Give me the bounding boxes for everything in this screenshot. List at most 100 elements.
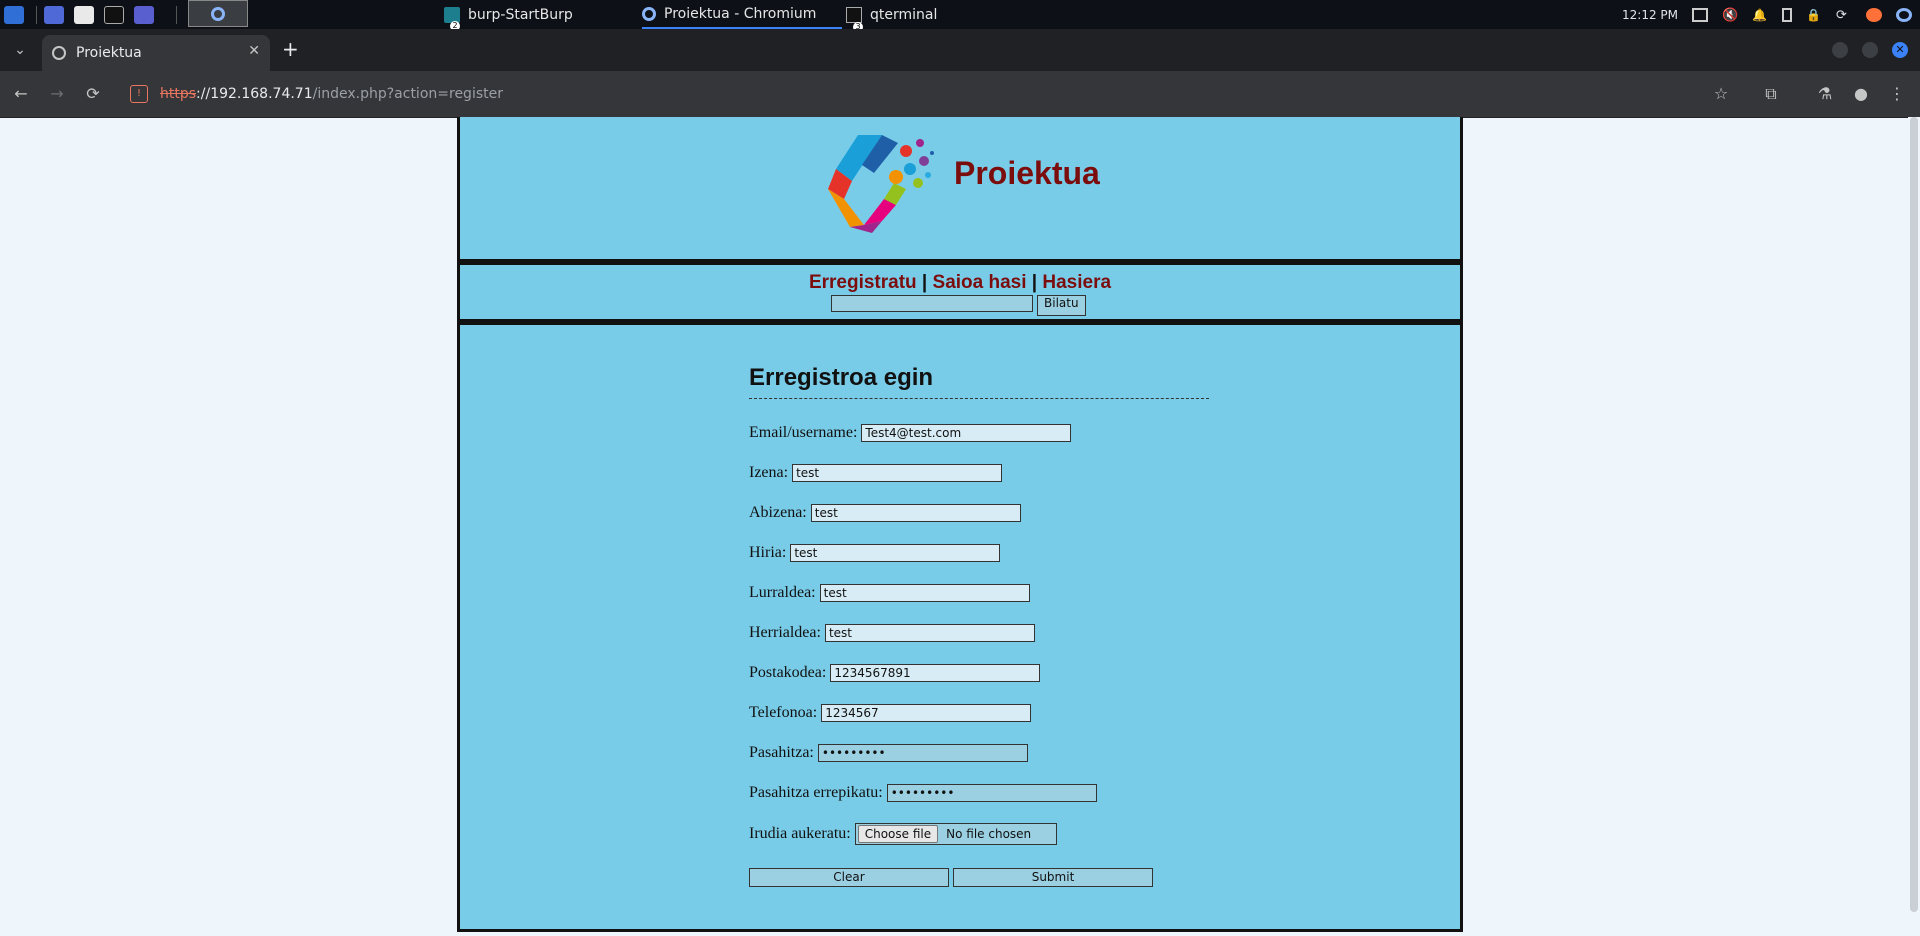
lurraldea-field[interactable]: test <box>819 584 1030 602</box>
hiria-field[interactable]: test <box>790 544 1001 562</box>
display-icon[interactable] <box>1692 7 1708 22</box>
chromium-icon <box>642 6 656 21</box>
desktop-icon[interactable] <box>44 0 64 29</box>
globe-icon <box>52 46 66 60</box>
back-arrow-icon[interactable]: ← <box>10 83 32 105</box>
battery-icon[interactable] <box>1782 7 1792 22</box>
browser-tab-strip: ⌄ Proiektua ✕ + ✕ <box>0 29 1920 71</box>
abizena-field[interactable]: test <box>810 504 1021 522</box>
page-scrollbar[interactable] <box>1908 117 1920 936</box>
herrialdea-label: Herrialdea: <box>749 624 821 641</box>
main-content: Erregistroa egin Email/username: Test4@t… <box>457 322 1463 932</box>
herrialdea-field[interactable]: test <box>824 624 1035 642</box>
nav-link-register[interactable]: Erregistratu <box>809 272 917 293</box>
clock[interactable]: 12:12 PM <box>1622 8 1678 22</box>
form-row-email: Email/username: Test4@test.com <box>749 422 1072 444</box>
bookmark-star-icon[interactable]: ☆ <box>1710 83 1732 105</box>
form-buttons: Clear Submit <box>749 868 1153 887</box>
form-row-lurraldea: Lurraldea: test <box>749 582 1030 604</box>
search-form: Bilatu <box>831 295 1086 316</box>
lurraldea-label: Lurraldea: <box>749 584 816 601</box>
browser-toolbar: ← → ⟳ ! https://192.168.74.71/index.php?… <box>0 71 1920 118</box>
terminal-icon: 3 <box>846 6 863 32</box>
minimize-button[interactable] <box>1832 42 1848 58</box>
hiria-label: Hiria: <box>749 544 787 561</box>
close-tab-icon[interactable]: ✕ <box>248 43 260 59</box>
workspace-switcher[interactable] <box>188 0 248 27</box>
web-page: Proiektua Erregistratu | Saioa hasi | Ha… <box>457 117 1463 936</box>
chromium-icon[interactable] <box>1896 7 1912 22</box>
close-window-button[interactable]: ✕ <box>1892 42 1908 58</box>
taskbar-window-qterminal[interactable]: 3 qterminal <box>846 0 986 32</box>
labs-flask-icon[interactable]: ⚗ <box>1814 83 1836 105</box>
choose-file-button[interactable]: Choose file <box>857 825 939 843</box>
form-row-irudia: Irudia aukeratu: Choose file No file cho… <box>749 823 1057 845</box>
submit-button[interactable]: Submit <box>953 868 1153 887</box>
system-tray: 12:12 PM 🔇 🔔 🔒 ⟳ <box>1622 0 1912 29</box>
file-input[interactable]: Choose file No file chosen <box>854 823 1057 845</box>
nav-link-login[interactable]: Saioa hasi <box>933 272 1027 293</box>
address-bar[interactable]: ! https://192.168.74.71/index.php?action… <box>120 77 1720 111</box>
chromium-icon <box>211 6 225 21</box>
irudia-label: Irudia aukeratu: <box>749 825 851 842</box>
nav-links: Erregistratu | Saioa hasi | Hasiera <box>460 272 1460 294</box>
scrollbar-thumb[interactable] <box>1910 117 1918 912</box>
profile-icon[interactable]: ● <box>1850 83 1872 105</box>
izena-label: Izena: <box>749 464 789 481</box>
site-header: Proiektua <box>457 117 1463 262</box>
nav-separator: | <box>1026 272 1043 293</box>
registration-form: Erregistroa egin Email/username: Test4@t… <box>749 364 1209 887</box>
telefonoa-field[interactable]: 1234567 <box>821 704 1032 722</box>
file-manager-icon[interactable] <box>74 0 94 29</box>
form-row-izena: Izena: test <box>749 462 1003 484</box>
new-tab-plus-icon[interactable]: + <box>282 39 299 59</box>
postakodea-field[interactable]: 1234567891 <box>830 664 1041 682</box>
form-row-abizena: Abizena: test <box>749 502 1021 524</box>
bell-icon[interactable]: 🔔 <box>1752 8 1768 22</box>
site-logo <box>828 135 934 233</box>
nav-link-home[interactable]: Hasiera <box>1042 272 1111 293</box>
telefonoa-label: Telefonoa: <box>749 704 818 721</box>
site-title: Proiektua <box>954 155 1100 191</box>
maximize-button[interactable] <box>1862 42 1878 58</box>
form-row-hiria: Hiria: test <box>749 542 1001 564</box>
izena-field[interactable]: test <box>792 464 1003 482</box>
taskbar-separator <box>36 6 37 24</box>
nav-separator: | <box>916 272 933 293</box>
file-status: No file chosen <box>946 827 1032 841</box>
reload-icon[interactable]: ⟳ <box>82 83 104 105</box>
site-navigation: Erregistratu | Saioa hasi | Hasiera Bila… <box>457 262 1463 322</box>
search-button[interactable]: Bilatu <box>1037 295 1086 316</box>
not-secure-icon[interactable]: ! <box>130 85 148 103</box>
burp-icon: 2 <box>444 6 460 31</box>
password-field[interactable]: ••••••••• <box>817 744 1028 762</box>
extensions-icon[interactable]: ⧉ <box>1760 83 1782 105</box>
postakodea-label: Postakodea: <box>749 664 827 681</box>
form-row-postakodea: Postakodea: 1234567891 <box>749 662 1041 684</box>
form-heading: Erregistroa egin <box>749 364 1209 399</box>
tab-search-chevron-icon[interactable]: ⌄ <box>8 39 32 61</box>
browser-tab-proiektua[interactable]: Proiektua ✕ <box>42 35 270 71</box>
taskbar-separator <box>176 6 177 24</box>
taskbar-window-chromium[interactable]: Proiektua - Chromium <box>642 0 842 29</box>
email-label: Email/username: <box>749 424 858 441</box>
screen-recorder-icon[interactable] <box>134 0 154 29</box>
pasahitza-errepikatu-label: Pasahitza errepikatu: <box>749 784 883 801</box>
terminal-icon[interactable] <box>104 0 124 29</box>
refresh-icon[interactable]: ⟳ <box>1836 8 1852 23</box>
form-row-telefonoa: Telefonoa: 1234567 <box>749 702 1032 724</box>
clear-button[interactable]: Clear <box>749 868 949 887</box>
kebab-menu-icon[interactable]: ⋮ <box>1886 83 1908 105</box>
pasahitza-label: Pasahitza: <box>749 744 814 761</box>
mute-icon[interactable]: 🔇 <box>1722 8 1738 23</box>
lock-icon[interactable]: 🔒 <box>1806 8 1822 22</box>
forward-arrow-icon[interactable]: → <box>46 83 68 105</box>
email-field[interactable]: Test4@test.com <box>861 424 1072 442</box>
taskbar-window-burp[interactable]: 2 burp-StartBurp <box>444 0 630 31</box>
system-taskbar: 2 burp-StartBurp Proiektua - Chromium 3 … <box>0 0 1920 32</box>
password-confirm-field[interactable]: ••••••••• <box>886 784 1097 802</box>
firefox-icon[interactable] <box>1866 7 1882 22</box>
form-row-herrialdea: Herrialdea: test <box>749 622 1035 644</box>
app-menu-icon[interactable] <box>4 0 24 29</box>
search-input[interactable] <box>831 295 1033 312</box>
